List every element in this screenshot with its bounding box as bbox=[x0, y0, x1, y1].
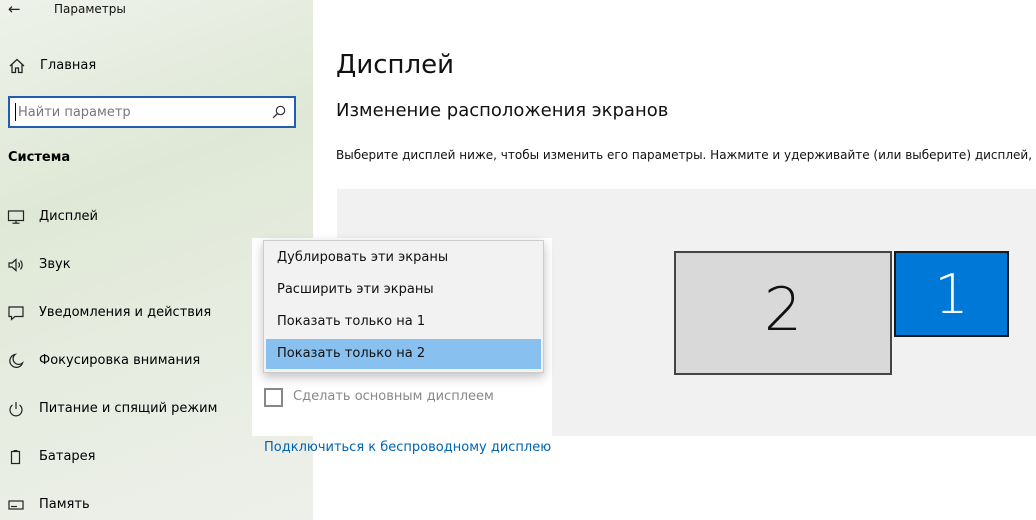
app-title: Параметры bbox=[54, 2, 126, 16]
moon-icon bbox=[9, 353, 24, 368]
monitor-2-tile[interactable]: 2 bbox=[674, 251, 892, 375]
notification-icon bbox=[8, 306, 24, 321]
make-primary-label: Сделать основным дисплеем bbox=[293, 389, 494, 404]
description-text: Выберите дисплей ниже, чтобы изменить ег… bbox=[336, 148, 1036, 162]
menu-item-only-1[interactable]: Показать только на 1 bbox=[266, 307, 541, 337]
speaker-icon bbox=[8, 258, 23, 272]
sidebar-item-label: Питание и спящий режим bbox=[39, 401, 218, 416]
page-title: Дисплей bbox=[336, 50, 455, 80]
storage-icon bbox=[8, 500, 24, 510]
menu-item-label: Расширить эти экраны bbox=[277, 282, 434, 297]
monitor-number: 2 bbox=[763, 275, 803, 345]
search-field[interactable] bbox=[8, 96, 296, 128]
menu-item-label: Показать только на 2 bbox=[277, 346, 426, 361]
title-bar: ← Параметры bbox=[0, 0, 313, 22]
menu-item-duplicate[interactable]: Дублировать эти экраны bbox=[266, 243, 541, 273]
home-icon bbox=[9, 58, 25, 74]
monitor-number: 1 bbox=[934, 263, 969, 326]
connect-wireless-display-link[interactable]: Подключиться к беспроводному дисплею bbox=[264, 440, 551, 455]
text-caret bbox=[15, 103, 16, 121]
make-primary-row: Сделать основным дисплеем bbox=[264, 387, 544, 409]
sidebar-item-label: Главная bbox=[40, 58, 97, 73]
menu-item-extend[interactable]: Расширить эти экраны bbox=[266, 275, 541, 305]
make-primary-checkbox[interactable] bbox=[264, 388, 283, 407]
menu-item-label: Дублировать эти экраны bbox=[277, 250, 449, 265]
search-input[interactable] bbox=[18, 103, 268, 121]
monitor-1-tile[interactable]: 1 bbox=[894, 251, 1009, 337]
section-title: Система bbox=[8, 150, 71, 165]
sidebar-item-label: Батарея bbox=[39, 449, 96, 464]
battery-icon bbox=[10, 450, 21, 465]
sidebar-item-label: Уведомления и действия bbox=[39, 305, 212, 320]
monitor-icon bbox=[7, 210, 25, 224]
multiple-displays-dropdown[interactable]: Дублировать эти экраны Расширить эти экр… bbox=[263, 240, 544, 373]
power-icon bbox=[9, 402, 23, 417]
menu-item-only-2[interactable]: Показать только на 2 bbox=[266, 339, 541, 369]
sidebar-item-label: Фокусировка внимания bbox=[39, 353, 201, 368]
search-icon[interactable] bbox=[272, 105, 286, 119]
sidebar-item-storage[interactable]: Память bbox=[0, 491, 313, 519]
sidebar-item-label: Дисплей bbox=[39, 209, 99, 224]
back-arrow-icon[interactable]: ← bbox=[8, 0, 21, 18]
menu-item-label: Показать только на 1 bbox=[277, 314, 426, 329]
sidebar-item-label: Память bbox=[39, 497, 90, 512]
sidebar-item-label: Звук bbox=[39, 257, 71, 272]
sidebar-item-home[interactable]: Главная bbox=[0, 54, 313, 78]
sidebar-item-display[interactable]: Дисплей bbox=[0, 203, 313, 231]
section-heading: Изменение расположения экранов bbox=[336, 100, 669, 121]
